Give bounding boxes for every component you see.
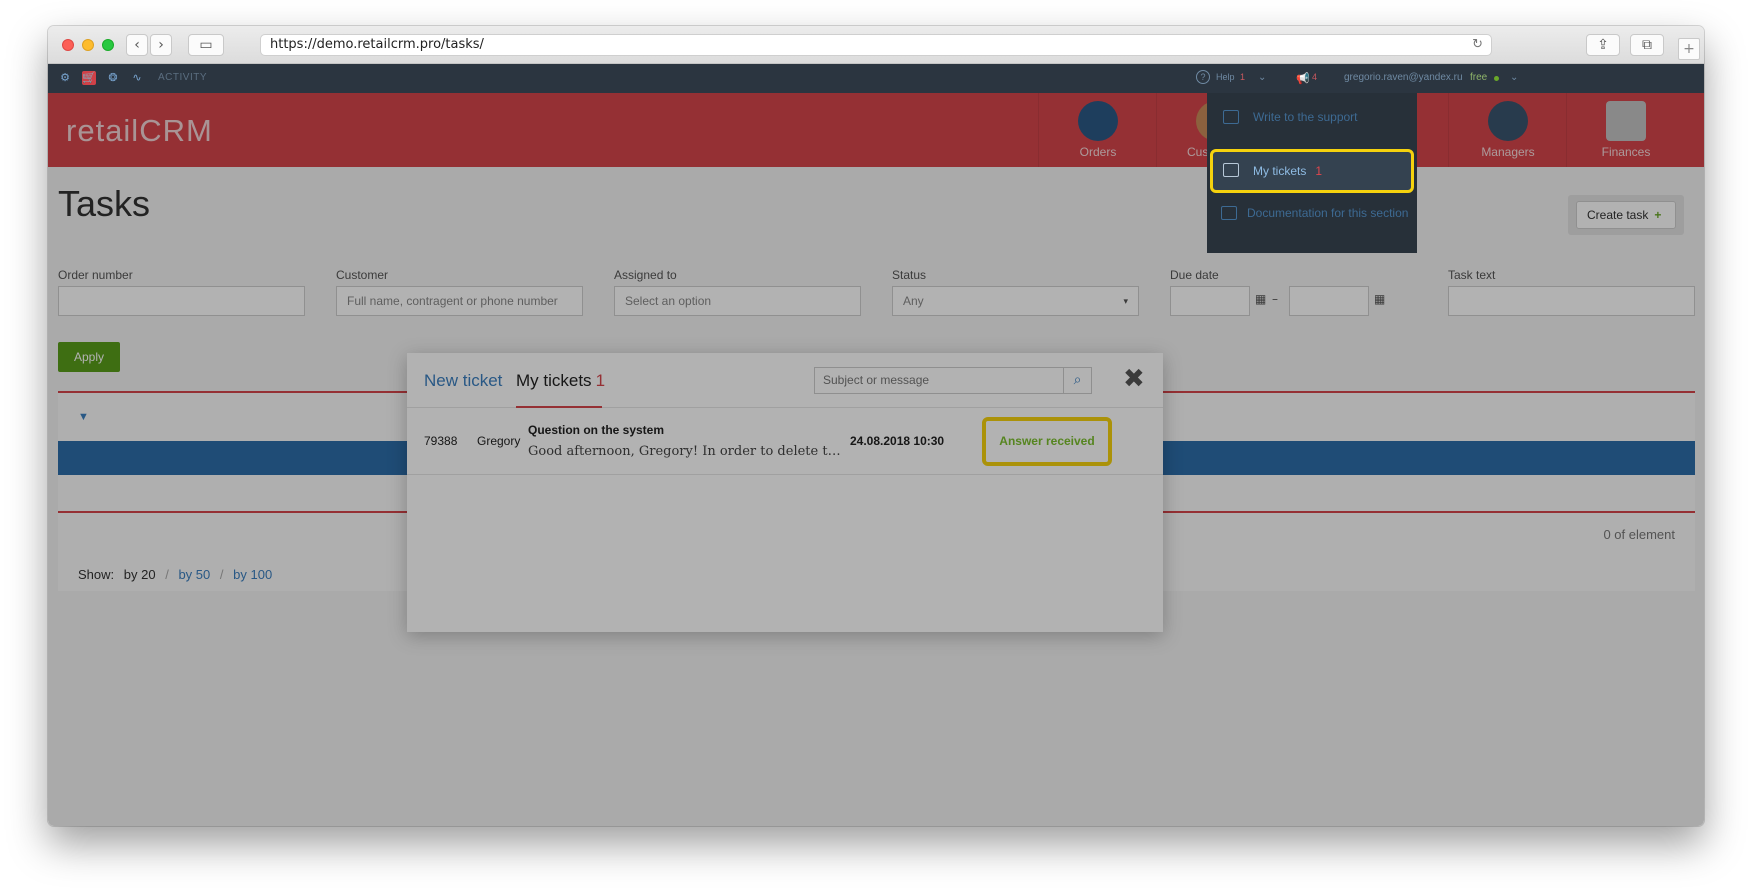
ticket-row[interactable]: 79388 Gregory Question on the system Goo…	[407, 408, 1163, 475]
forward-icon[interactable]: ›	[150, 34, 172, 56]
help-icon[interactable]: ?	[1196, 70, 1210, 84]
tickets-modal: New ticket My tickets 1 Subject or messag…	[407, 353, 1163, 632]
tab-my-tickets-label: My tickets	[516, 371, 592, 390]
ticket-search-placeholder: Subject or message	[823, 373, 930, 387]
new-tab-icon[interactable]: +	[1678, 38, 1700, 60]
app-top-bar: ⚙ 🛒 ❂ ∿ ACTIVITY ? Help 1 ⌄ 📢 4 gregorio…	[48, 64, 1704, 93]
share-icon[interactable]: ⇪	[1586, 34, 1620, 56]
analytics-icon[interactable]: ∿	[130, 71, 144, 85]
sidebar-toggle-icon[interactable]: ▭	[188, 34, 224, 56]
document-icon	[1221, 206, 1237, 220]
notifications-icon[interactable]: 📢	[1296, 72, 1310, 85]
help-label[interactable]: Help	[1216, 72, 1235, 82]
ticket-date: 24.08.2018 10:30	[850, 434, 945, 448]
help-chevron-icon[interactable]: ⌄	[1258, 72, 1266, 83]
address-bar-url: https://demo.retailcrm.pro/tasks/	[270, 37, 484, 52]
notifications-count-badge: 4	[1312, 72, 1318, 82]
help-dropdown-menu: Write to the support My tickets 1 Documen…	[1207, 93, 1417, 253]
user-menu-chevron-icon[interactable]: ⌄	[1510, 72, 1518, 83]
screen: ‹ › ▭ https://demo.retailcrm.pro/tasks/ …	[0, 0, 1753, 895]
search-icon[interactable]: ⌕	[1064, 367, 1092, 394]
envelope-icon	[1223, 163, 1239, 177]
menu-item-label: My tickets	[1253, 164, 1307, 178]
tab-my-tickets[interactable]: My tickets 1	[516, 371, 605, 408]
tab-my-tickets-count: 1	[595, 371, 606, 390]
menu-item-label: Write to the support	[1253, 110, 1358, 124]
tab-new-ticket[interactable]: New ticket	[424, 371, 502, 391]
ticket-search-input[interactable]: Subject or message	[814, 367, 1064, 394]
cart-icon[interactable]: 🛒	[82, 71, 96, 85]
ticket-message-preview: Good afternoon, Gregory! In order to del…	[528, 444, 843, 459]
close-window-icon[interactable]	[62, 39, 74, 51]
online-status-icon	[1494, 76, 1499, 81]
support-icon[interactable]: ❂	[106, 71, 120, 85]
back-icon[interactable]: ‹	[126, 34, 148, 56]
plan-label: free	[1470, 72, 1488, 83]
ticket-subject: Question on the system	[528, 423, 665, 437]
maximize-window-icon[interactable]	[102, 39, 114, 51]
menu-item-documentation[interactable]: Documentation for this section	[1207, 193, 1417, 233]
activity-label[interactable]: ACTIVITY	[158, 72, 207, 83]
tickets-count-badge: 1	[1315, 164, 1323, 178]
menu-item-write-support[interactable]: Write to the support	[1207, 97, 1417, 137]
ticket-id: 79388	[424, 434, 458, 448]
browser-toolbar: ‹ › ▭ https://demo.retailcrm.pro/tasks/ …	[48, 26, 1704, 64]
modal-header: New ticket My tickets 1 Subject or messag…	[407, 353, 1163, 408]
settings-icon[interactable]: ⚙	[58, 71, 72, 85]
help-count-badge: 1	[1240, 72, 1246, 82]
tabs-overview-icon[interactable]: ⧉	[1630, 34, 1664, 56]
user-email[interactable]: gregorio.raven@yandex.ru	[1344, 72, 1463, 83]
close-icon[interactable]: ✖	[1123, 364, 1145, 394]
reload-icon[interactable]: ↻	[1472, 35, 1483, 55]
minimize-window-icon[interactable]	[82, 39, 94, 51]
menu-item-my-tickets[interactable]: My tickets 1	[1210, 149, 1414, 193]
ticket-user: Gregory	[477, 434, 521, 448]
mail-icon	[1223, 110, 1239, 124]
menu-item-label: Documentation for this section	[1247, 206, 1409, 220]
ticket-status-badge[interactable]: Answer received	[982, 417, 1112, 466]
address-bar[interactable]: https://demo.retailcrm.pro/tasks/ ↻	[260, 34, 1492, 56]
